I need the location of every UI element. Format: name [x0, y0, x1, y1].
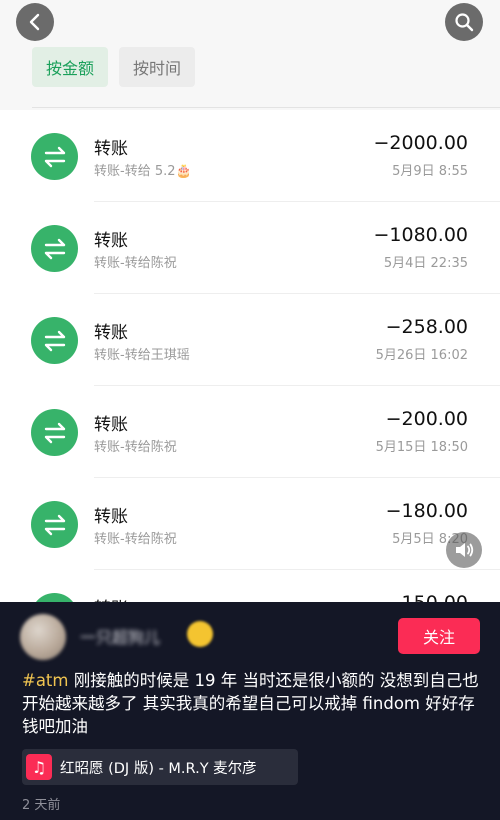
transaction-amount: −1080.00 — [373, 224, 469, 246]
search-icon — [455, 13, 474, 32]
transfer-icon — [31, 409, 78, 456]
speaker-icon — [456, 543, 474, 557]
divider — [32, 107, 500, 108]
back-button[interactable] — [16, 3, 54, 41]
transaction-row[interactable]: 转账 转账-转给王琪瑶 −258.00 5月26日 16:02 — [0, 294, 500, 386]
transaction-amount: −180.00 — [385, 500, 468, 522]
transaction-list[interactable]: 转账 转账-转给 5.2🎂 −2000.00 5月9日 8:55 转账 转账-转… — [0, 110, 500, 602]
filter-tabs: 按金额 按时间 — [32, 47, 196, 87]
transaction-subtitle: 转账-转给 5.2🎂 — [94, 164, 192, 179]
follow-button[interactable]: 关注 — [398, 618, 480, 654]
search-button[interactable] — [445, 3, 483, 41]
transfer-icon — [31, 593, 78, 602]
transaction-amount: −150.00 — [386, 592, 468, 602]
back-arrow-icon — [29, 13, 40, 31]
transaction-time: 5月26日 16:02 — [375, 348, 468, 363]
transaction-title: 转账 — [94, 415, 128, 435]
transaction-time: 5月4日 22:35 — [383, 256, 468, 271]
transaction-row[interactable]: 转账 转账-转给 5.2🎂 −2000.00 5月9日 8:55 — [0, 110, 500, 202]
transaction-amount: −258.00 — [385, 316, 468, 338]
transaction-subtitle: 转账-转给陈祝 — [94, 256, 177, 271]
transaction-amount: −2000.00 — [373, 132, 469, 154]
music-title: 红昭愿 (DJ 版) - M.R.Y 麦尔彦 — [60, 760, 257, 777]
transaction-title: 转账 — [94, 139, 128, 159]
transaction-title: 转账 — [94, 231, 128, 251]
filter-header: 按金额 按时间 — [0, 0, 500, 110]
post-caption: #atm 刚接触的时候是 19 年 当时还是很小额的 没想到自己也开始越来越多了… — [22, 669, 482, 738]
transaction-title: 转账 — [94, 507, 128, 527]
transfer-icon — [31, 133, 78, 180]
post-time: 2 天前 — [22, 798, 61, 813]
emoji-icon — [187, 621, 213, 647]
transaction-subtitle: 转账-转给陈祝 — [94, 532, 177, 547]
transaction-row[interactable]: 转账 转账-转给陈祝 −180.00 5月5日 8:20 — [0, 478, 500, 570]
avatar[interactable] — [20, 614, 66, 660]
transfer-icon — [31, 317, 78, 364]
transaction-row[interactable]: 转账 转账-转给陈祝 −200.00 5月15日 18:50 — [0, 386, 500, 478]
video-info-panel: 一只超狗儿 关注 #atm 刚接触的时候是 19 年 当时还是很小额的 没想到自… — [0, 602, 500, 820]
music-note-icon: ♫ — [26, 754, 52, 780]
transaction-title: 转账 — [94, 594, 128, 602]
sound-button[interactable] — [446, 532, 482, 568]
video-progress-bar[interactable] — [0, 586, 168, 588]
transaction-row[interactable]: 转账 转账-转给陈祝 −1080.00 5月4日 22:35 — [0, 202, 500, 294]
transaction-time: 5月15日 18:50 — [375, 440, 468, 455]
transfer-icon — [31, 225, 78, 272]
transaction-title: 转账 — [94, 323, 128, 343]
music-tag[interactable]: ♫ 红昭愿 (DJ 版) - M.R.Y 麦尔彦 — [22, 749, 298, 785]
tab-by-time[interactable]: 按时间 — [119, 47, 196, 87]
transaction-subtitle: 转账-转给陈祝 — [94, 440, 177, 455]
transaction-time: 5月9日 8:55 — [392, 164, 468, 179]
hashtag-link[interactable]: #atm — [22, 671, 68, 690]
username[interactable]: 一只超狗儿 — [80, 624, 160, 648]
transaction-amount: −200.00 — [385, 408, 468, 430]
tab-by-amount[interactable]: 按金额 — [32, 47, 109, 87]
transfer-icon — [31, 501, 78, 548]
transaction-subtitle: 转账-转给王琪瑶 — [94, 348, 190, 363]
caption-text: 刚接触的时候是 19 年 当时还是很小额的 没想到自己也开始越来越多了 其实我真… — [22, 671, 479, 736]
